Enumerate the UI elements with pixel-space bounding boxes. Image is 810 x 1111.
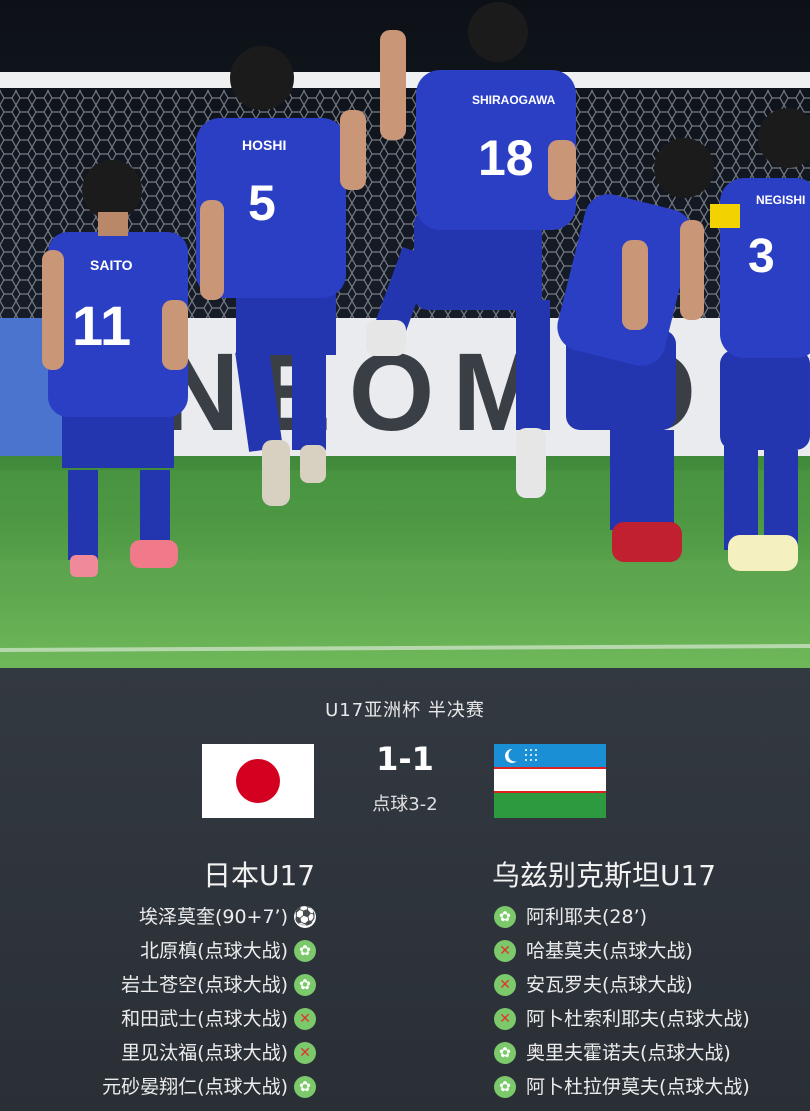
event-text: 安瓦罗夫(点球大战) [526,974,693,996]
svg-text:3: 3 [748,230,775,283]
away-events: ✿ 阿利耶夫(28’) ✕ 哈基莫夫(点球大战) ✕ 安瓦罗夫(点球大战) ✕ 阿卜杜索… [494,900,750,1104]
svg-text:11: 11 [72,294,131,357]
scoreboard-panel: U17亚洲杯 半决赛 1-1 点球3-2 日本U17 乌兹别克斯坦U17 埃泽莫… [0,668,810,1111]
home-events: 埃泽莫奎(90+7’) ⚽ 北原槙(点球大战) ✿ 岩土苍空(点球大战) ✿ 和田武士… [102,900,316,1104]
event-text: 埃泽莫奎(90+7’) [138,906,288,928]
event-text: 阿利耶夫(28’) [526,906,648,928]
list-item: ✕ 阿卜杜索利耶夫(点球大战) [494,1002,750,1036]
away-team-name: 乌兹别克斯坦U17 [492,859,717,892]
event-text: 和田武士(点球大战) [121,1008,288,1030]
event-text: 岩土苍空(点球大战) [121,974,288,996]
list-item: 北原槙(点球大战) ✿ [102,934,316,968]
list-item: ✿ 阿卜杜拉伊莫夫(点球大战) [494,1070,750,1104]
event-text: 奥里夫霍诺夫(点球大战) [526,1042,731,1064]
list-item: ✕ 哈基莫夫(点球大战) [494,934,750,968]
list-item: 埃泽莫奎(90+7’) ⚽ [102,900,316,934]
event-text: 阿卜杜索利耶夫(点球大战) [526,1008,750,1030]
svg-text:SHIRAOGAWA: SHIRAOGAWA [472,93,556,107]
penalty-scored-icon: ✿ [494,1042,516,1064]
goal-icon: ✿ [494,906,516,928]
event-text: 元砂晏翔仁(点球大战) [102,1076,288,1098]
penalty-scored-icon: ✿ [294,974,316,996]
list-item: 岩土苍空(点球大战) ✿ [102,968,316,1002]
japan-flag-sun [236,759,280,803]
svg-text:5: 5 [248,175,276,231]
uzbekistan-flag [494,744,606,818]
penalty-missed-icon: ✕ [294,1008,316,1030]
list-item: 和田武士(点球大战) ✕ [102,1002,316,1036]
ball-icon: ⚽ [293,906,317,928]
event-text: 阿卜杜拉伊莫夫(点球大战) [526,1076,750,1098]
match-photo: NEOM O SAITO 11 HOSHI 5 SHIRAOGAWA 18 NE… [0,0,810,668]
penalty-missed-icon: ✕ [294,1042,316,1064]
svg-text:NEGISHI: NEGISHI [756,193,805,207]
event-text: 哈基莫夫(点球大战) [526,940,693,962]
penalty-missed-icon: ✕ [494,974,516,996]
penalty-scored-icon: ✿ [494,1076,516,1098]
svg-text:SAITO: SAITO [90,257,133,273]
penalty-scored-icon: ✿ [294,940,316,962]
event-text: 北原槙(点球大战) [140,940,288,962]
penalty-scored-icon: ✿ [294,1076,316,1098]
list-item: ✿ 奥里夫霍诺夫(点球大战) [494,1036,750,1070]
list-item: 里见汰福(点球大战) ✕ [102,1036,316,1070]
event-text: 里见汰福(点球大战) [121,1042,288,1064]
home-team-name: 日本U17 [203,859,316,892]
penalty-missed-icon: ✕ [494,1008,516,1030]
list-item: ✿ 阿利耶夫(28’) [494,900,750,934]
competition-title: U17亚洲杯 半决赛 [325,700,485,721]
penalty-score: 点球3-2 [372,794,438,815]
match-score: 1-1 [376,740,434,778]
svg-text:18: 18 [478,130,534,186]
list-item: ✕ 安瓦罗夫(点球大战) [494,968,750,1002]
penalty-missed-icon: ✕ [494,940,516,962]
list-item: 元砂晏翔仁(点球大战) ✿ [102,1070,316,1104]
japan-flag [202,744,314,818]
svg-text:HOSHI: HOSHI [242,137,286,153]
